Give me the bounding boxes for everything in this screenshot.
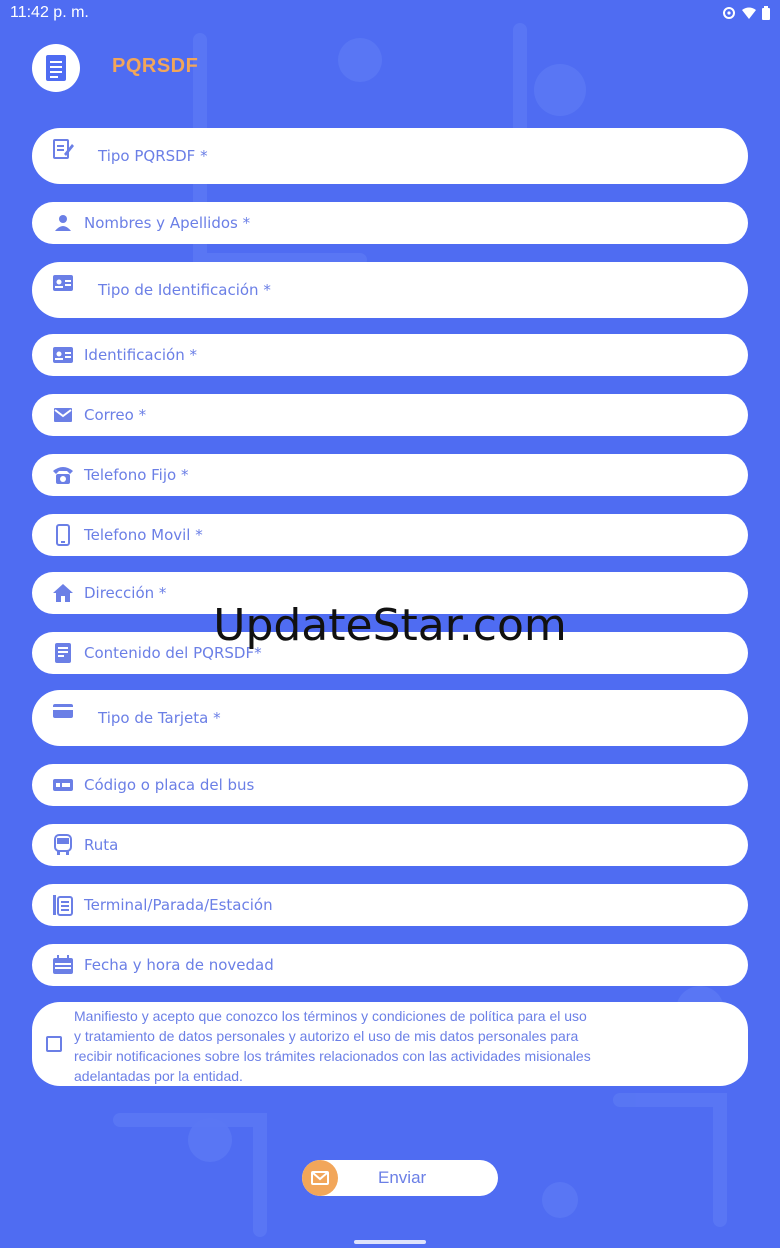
- contenido-field[interactable]: Contenido del PQRSDF*: [32, 632, 748, 674]
- ruta-field[interactable]: Ruta: [32, 824, 748, 866]
- consent-line: Manifiesto y acepto que conozco los térm…: [74, 1008, 587, 1024]
- mail-icon: [302, 1160, 338, 1196]
- enviar-label: Enviar: [378, 1168, 427, 1187]
- direccion-field[interactable]: Dirección *: [32, 572, 748, 614]
- tipo-pqrsdf-select[interactable]: Tipo PQRSDF *: [32, 128, 748, 184]
- tipo-tarjeta-select[interactable]: Tipo de Tarjeta *: [32, 690, 748, 746]
- tipo-pqrsdf-label: Tipo PQRSDF *: [98, 147, 208, 165]
- home-icon: [52, 582, 74, 604]
- codigo-bus-label: Código o placa del bus: [84, 776, 255, 794]
- wifi-icon: [742, 7, 756, 19]
- tipo-tarjeta-label: Tipo de Tarjeta *: [98, 709, 221, 727]
- terminal-field[interactable]: Terminal/Parada/Estación: [32, 884, 748, 926]
- identificacion-field[interactable]: Identificación *: [32, 334, 748, 376]
- contenido-label: Contenido del PQRSDF*: [84, 644, 262, 662]
- bus-icon: [52, 834, 74, 856]
- consent-line: adelantadas por la entidad.: [74, 1068, 243, 1084]
- telefono-fijo-label: Telefono Fijo *: [84, 466, 189, 484]
- nombres-label: Nombres y Apellidos *: [84, 214, 251, 232]
- landline-phone-icon: [52, 464, 74, 486]
- fecha-field[interactable]: Fecha y hora de novedad: [32, 944, 748, 986]
- app-logo: [32, 44, 80, 92]
- id-card-icon: [52, 344, 74, 366]
- consent-panel: Manifiesto y acepto que conozco los térm…: [32, 1002, 748, 1086]
- status-bar: 11:42 p. m.: [0, 0, 780, 28]
- document-list-icon: [46, 55, 66, 81]
- consent-text: Manifiesto y acepto que conozco los térm…: [74, 1006, 734, 1086]
- id-card-icon: [52, 272, 74, 294]
- home-indicator[interactable]: [354, 1240, 426, 1244]
- document-icon: [52, 642, 74, 664]
- battery-icon: [762, 6, 770, 20]
- status-time: 11:42 p. m.: [10, 4, 89, 21]
- tipo-identificacion-label: Tipo de Identificación *: [98, 281, 271, 299]
- enviar-button[interactable]: Enviar: [302, 1160, 498, 1196]
- calendar-icon: [52, 954, 74, 976]
- app-header: PQRSDF: [0, 40, 780, 96]
- tipo-identificacion-select[interactable]: Tipo de Identificación *: [32, 262, 748, 318]
- fecha-label: Fecha y hora de novedad: [84, 956, 274, 974]
- correo-field[interactable]: Correo *: [32, 394, 748, 436]
- telefono-fijo-field[interactable]: Telefono Fijo *: [32, 454, 748, 496]
- correo-label: Correo *: [84, 406, 147, 424]
- nombres-field[interactable]: Nombres y Apellidos *: [32, 202, 748, 244]
- terminal-label: Terminal/Parada/Estación: [84, 896, 273, 914]
- person-icon: [52, 212, 74, 234]
- ruta-label: Ruta: [84, 836, 119, 854]
- bus-plate-icon: [52, 774, 74, 796]
- direccion-label: Dirección *: [84, 584, 167, 602]
- credit-card-icon: [52, 700, 74, 722]
- status-icons: [722, 6, 770, 20]
- app-title: PQRSDF: [112, 55, 199, 77]
- mail-icon: [52, 404, 74, 426]
- telefono-movil-label: Telefono Movil *: [84, 526, 203, 544]
- codigo-bus-field[interactable]: Código o placa del bus: [32, 764, 748, 806]
- consent-checkbox[interactable]: [46, 1036, 62, 1052]
- mobile-phone-icon: [52, 524, 74, 546]
- edit-document-icon: [52, 138, 74, 160]
- consent-line: recibir notificaciones sobre los trámite…: [74, 1048, 591, 1064]
- consent-line: y tratamiento de datos personales y auto…: [74, 1028, 579, 1044]
- identificacion-label: Identificación *: [84, 346, 197, 364]
- bus-stop-icon: [52, 894, 74, 916]
- sync-icon: [723, 7, 735, 19]
- telefono-movil-field[interactable]: Telefono Movil *: [32, 514, 748, 556]
